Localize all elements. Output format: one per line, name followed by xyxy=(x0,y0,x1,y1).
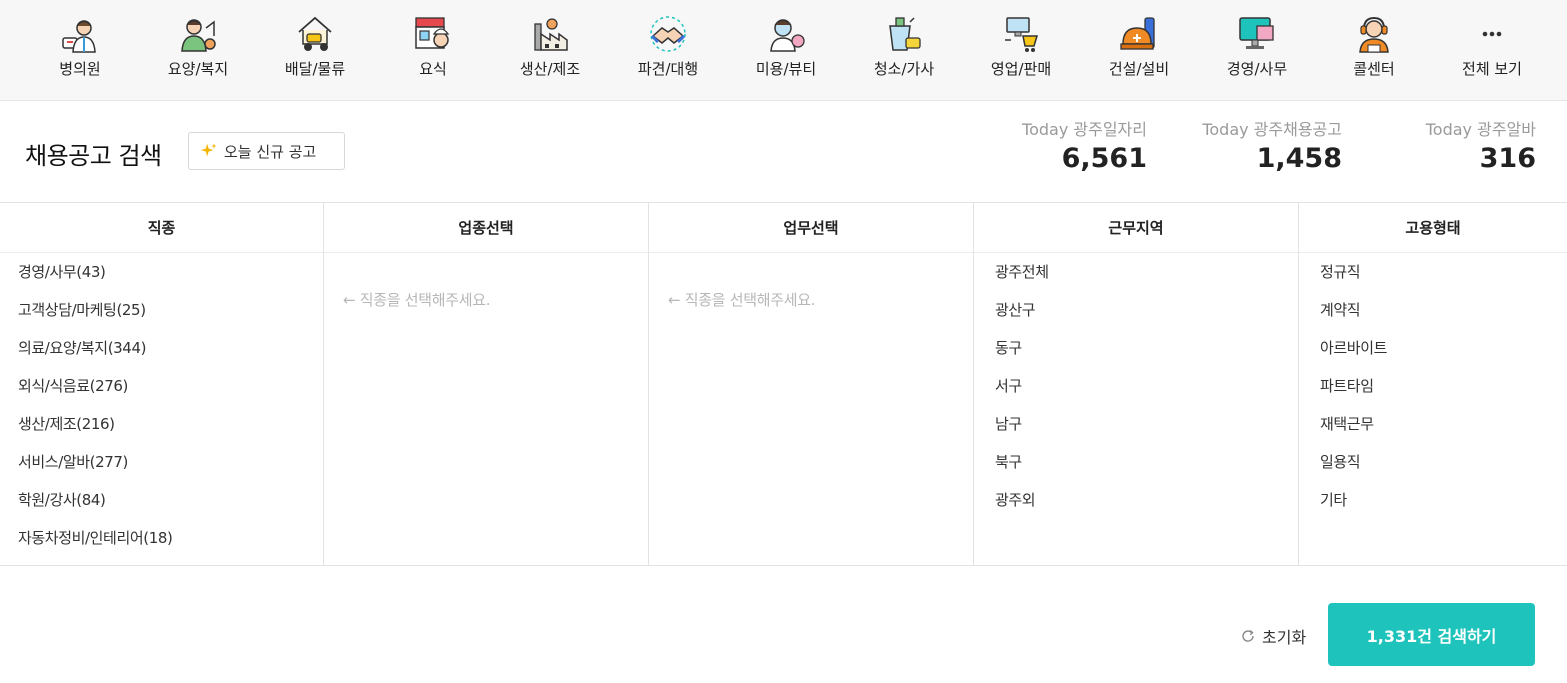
stat-label: Today 광주일자리 xyxy=(1022,120,1147,139)
employment-item[interactable]: 정규직 xyxy=(1320,262,1567,300)
stat-label: Today 광주채용공고 xyxy=(1202,120,1342,139)
category-label: 전체 보기 xyxy=(1462,60,1522,78)
region-item[interactable]: 광주외 xyxy=(995,490,1298,528)
employment-item[interactable]: 계약직 xyxy=(1320,300,1567,338)
sparkle-icon xyxy=(200,143,217,157)
industry-column: 업종선택 ← 직종을 선택해주세요. xyxy=(324,203,649,565)
cleaning-bucket-icon xyxy=(884,14,924,54)
category-call-center[interactable]: 콜센터 xyxy=(1315,0,1433,100)
region-item[interactable]: 남구 xyxy=(995,414,1298,452)
restaurant-chef-icon xyxy=(413,14,453,54)
delivery-scooter-icon xyxy=(295,14,335,54)
job-type-column: 직종 경영/사무(43) 고객상담/마케팅(25) 의료/요양/복지(344) … xyxy=(0,203,324,565)
employment-item[interactable]: 아르바이트 xyxy=(1320,338,1567,376)
category-sales[interactable]: 영업/판매 xyxy=(962,0,1080,100)
column-header: 직종 xyxy=(0,203,323,253)
column-header: 업무선택 xyxy=(649,203,973,253)
employment-item[interactable]: 일용직 xyxy=(1320,452,1567,490)
category-label: 경영/사무 xyxy=(1226,60,1288,78)
region-item[interactable]: 광산구 xyxy=(995,300,1298,338)
region-item[interactable]: 광주전체 xyxy=(995,262,1298,300)
stat-value: 1,458 xyxy=(1256,143,1342,174)
beauty-icon xyxy=(766,14,806,54)
stat-value: 6,561 xyxy=(1061,143,1147,174)
refresh-icon xyxy=(1242,629,1254,642)
stat-gwangju-parttime: Today 광주알바 316 xyxy=(1426,116,1536,174)
call-center-headset-icon xyxy=(1354,14,1394,54)
category-label: 콜센터 xyxy=(1353,60,1395,78)
category-label: 병의원 xyxy=(59,60,101,78)
reset-label: 초기화 xyxy=(1262,628,1307,647)
category-label: 생산/제조 xyxy=(519,60,581,78)
employment-item[interactable]: 파트타임 xyxy=(1320,376,1567,414)
job-type-item[interactable]: 자동차정비/인테리어(18) xyxy=(18,528,323,566)
employment-item[interactable]: 재택근무 xyxy=(1320,414,1567,452)
job-type-item[interactable]: 학원/강사(84) xyxy=(18,490,323,528)
category-label: 요식 xyxy=(419,60,447,78)
job-type-item[interactable]: 의료/요양/복지(344) xyxy=(18,338,323,376)
category-construction[interactable]: 건설/설비 xyxy=(1080,0,1198,100)
factory-icon xyxy=(530,14,570,54)
today-new-jobs-label: 오늘 신규 공고 xyxy=(224,142,317,161)
job-type-item[interactable]: 외식/식음료(276) xyxy=(18,376,323,414)
duty-hint: ← 직종을 선택해주세요. xyxy=(668,291,816,309)
region-item[interactable]: 서구 xyxy=(995,376,1298,414)
job-type-item[interactable]: 경영/사무(43) xyxy=(18,262,323,300)
region-item[interactable]: 북구 xyxy=(995,452,1298,490)
category-label: 청소/가사 xyxy=(873,60,935,78)
region-column: 근무지역 광주전체 광산구 동구 서구 남구 북구 광주외 xyxy=(974,203,1299,565)
construction-helmet-icon xyxy=(1119,14,1159,54)
category-dispatch[interactable]: 파견/대행 xyxy=(609,0,727,100)
stat-gwangju-jobs: Today 광주일자리 6,561 xyxy=(1022,116,1147,174)
category-label: 영업/판매 xyxy=(990,60,1052,78)
category-label: 파견/대행 xyxy=(637,60,699,78)
search-button[interactable]: 1,331건 검색하기 xyxy=(1328,603,1535,666)
category-delivery[interactable]: 배달/물류 xyxy=(256,0,374,100)
stat-gwangju-postings: Today 광주채용공고 1,458 xyxy=(1202,116,1342,174)
category-beauty[interactable]: 미용/뷰티 xyxy=(727,0,845,100)
category-label: 요양/복지 xyxy=(167,60,229,78)
stat-value: 316 xyxy=(1479,143,1536,174)
stat-label: Today 광주알바 xyxy=(1425,120,1536,139)
reset-button[interactable]: 초기화 xyxy=(1240,624,1306,648)
category-bar: 병의원 요양/복지 배달/물류 요식 생산/제조 파견/대행 미용/뷰티 청소/… xyxy=(0,0,1567,101)
column-header: 근무지역 xyxy=(974,203,1298,253)
duty-column: 업무선택 ← 직종을 선택해주세요. xyxy=(649,203,974,565)
handshake-icon xyxy=(648,14,688,54)
sales-cart-icon xyxy=(1001,14,1041,54)
job-type-item[interactable]: 서비스/알바(277) xyxy=(18,452,323,490)
category-label: 미용/뷰티 xyxy=(755,60,817,78)
category-restaurant[interactable]: 요식 xyxy=(374,0,492,100)
more-dots-icon xyxy=(1472,14,1512,54)
employment-column: 고용형태 정규직 계약직 아르바이트 파트타임 재택근무 일용직 기타 xyxy=(1299,203,1567,565)
filter-grid: 직종 경영/사무(43) 고객상담/마케팅(25) 의료/요양/복지(344) … xyxy=(0,202,1567,566)
page-title: 채용공고 검색 xyxy=(25,142,162,170)
category-care[interactable]: 요양/복지 xyxy=(139,0,257,100)
doctor-icon xyxy=(60,14,100,54)
category-cleaning[interactable]: 청소/가사 xyxy=(845,0,963,100)
category-view-all[interactable]: 전체 보기 xyxy=(1433,0,1551,100)
category-office[interactable]: 경영/사무 xyxy=(1198,0,1316,100)
category-label: 배달/물류 xyxy=(284,60,346,78)
region-item[interactable]: 동구 xyxy=(995,338,1298,376)
column-header: 업종선택 xyxy=(324,203,648,253)
column-header: 고용형태 xyxy=(1299,203,1567,253)
category-manufacturing[interactable]: 생산/제조 xyxy=(491,0,609,100)
office-monitor-icon xyxy=(1237,14,1277,54)
caregiver-icon xyxy=(178,14,218,54)
job-type-item[interactable]: 생산/제조(216) xyxy=(18,414,323,452)
category-label: 건설/설비 xyxy=(1108,60,1170,78)
employment-item[interactable]: 기타 xyxy=(1320,490,1567,528)
today-new-jobs-button[interactable]: 오늘 신규 공고 xyxy=(188,132,345,170)
category-hospital[interactable]: 병의원 xyxy=(21,0,139,100)
industry-hint: ← 직종을 선택해주세요. xyxy=(343,291,491,309)
job-type-item[interactable]: 고객상담/마케팅(25) xyxy=(18,300,323,338)
